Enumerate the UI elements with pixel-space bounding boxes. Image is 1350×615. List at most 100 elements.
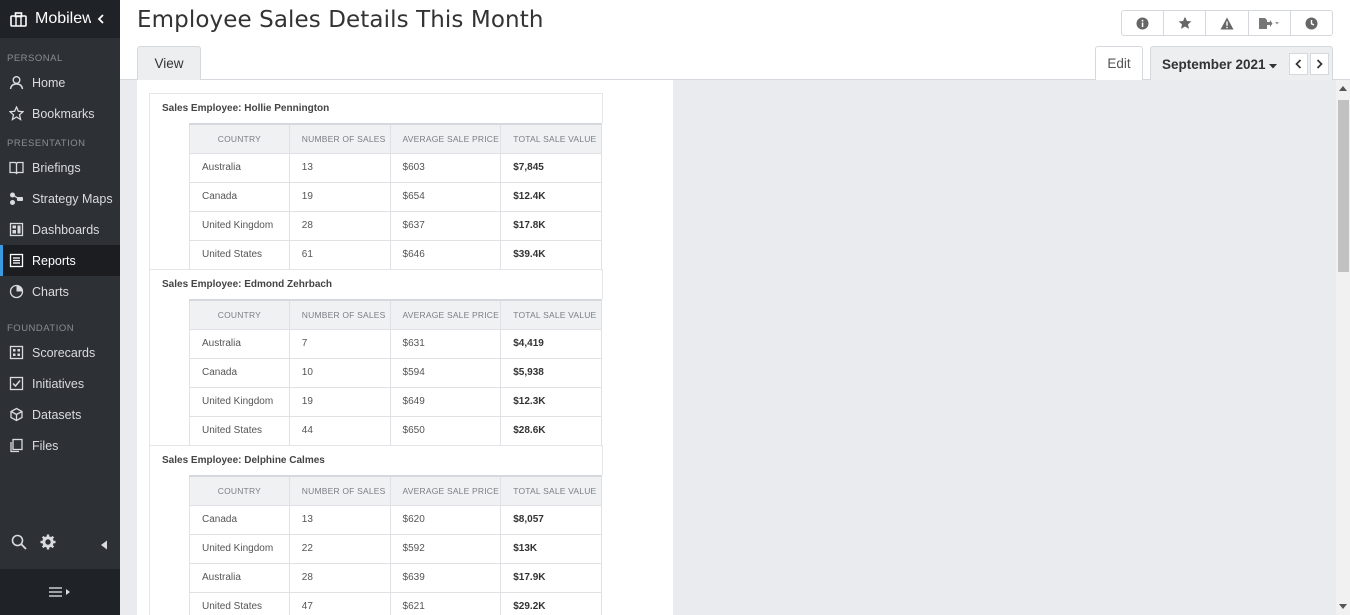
country-cell: United States <box>189 591 290 615</box>
table-row[interactable]: Canada 19 $654 $12.4K <box>189 181 602 212</box>
vertical-scrollbar[interactable] <box>1336 80 1350 615</box>
column-header[interactable]: COUNTRY <box>189 299 290 330</box>
report-content: Sales Employee: Hollie Pennington COUNTRY… <box>120 80 1336 615</box>
sidebar-item-charts[interactable]: Charts <box>0 276 120 307</box>
country-cell: Australia <box>189 328 290 359</box>
country-cell: Canada <box>189 357 290 388</box>
table-row[interactable]: United States 44 $650 $28.6K <box>189 415 602 446</box>
caret-down-icon[interactable] <box>1268 58 1278 76</box>
gear-icon[interactable] <box>40 534 56 555</box>
brand-name[interactable]: Mobilew <box>35 10 91 28</box>
table-row[interactable]: United Kingdom 28 $637 $17.8K <box>189 210 602 241</box>
avg-price-cell: $650 <box>389 415 502 446</box>
sidebar-item-datasets[interactable]: Datasets <box>0 399 120 430</box>
table-row[interactable]: United Kingdom 19 $649 $12.3K <box>189 386 602 417</box>
report-canvas: Sales Employee: Hollie Pennington COUNTRY… <box>137 80 673 615</box>
column-header[interactable]: NUMBER OF SALES <box>288 475 391 506</box>
avg-price-cell: $649 <box>389 386 502 417</box>
sales-count-cell: 28 <box>288 562 391 593</box>
info-icon <box>1136 17 1149 29</box>
export-button[interactable] <box>1249 11 1291 35</box>
sidebar-item-initiatives[interactable]: Initiatives <box>0 368 120 399</box>
info-button[interactable] <box>1122 11 1165 35</box>
column-header[interactable]: TOTAL SALE VALUE <box>500 299 602 330</box>
total-value-cell: $12.4K <box>500 181 602 212</box>
column-header[interactable]: AVERAGE SALE PRICE <box>389 475 502 506</box>
sidebar-item-briefings[interactable]: Briefings <box>0 152 120 183</box>
period-selector: September 2021 <box>1150 46 1333 80</box>
collapse-chevron-icon[interactable] <box>97 12 105 27</box>
scrollbar-thumb[interactable] <box>1338 100 1349 272</box>
sidebar-item-label: Initiatives <box>32 376 85 391</box>
checkbox-icon <box>9 376 24 391</box>
chevron-right-icon <box>1316 59 1323 69</box>
sales-count-cell: 13 <box>288 152 391 183</box>
history-button[interactable] <box>1291 11 1332 35</box>
total-value-cell: $17.9K <box>500 562 602 593</box>
sidebar-item-bookmarks[interactable]: Bookmarks <box>0 98 120 129</box>
sidebar-item-label: Scorecards <box>32 345 96 360</box>
sidebar-menu-toggle[interactable] <box>0 569 120 615</box>
edit-button[interactable]: Edit <box>1095 46 1143 80</box>
alert-button[interactable] <box>1206 11 1249 35</box>
sidebar-item-home[interactable]: Home <box>0 67 120 98</box>
previous-period-button[interactable] <box>1289 53 1308 75</box>
total-value-cell: $5,938 <box>500 357 602 388</box>
column-header[interactable]: NUMBER OF SALES <box>288 123 391 154</box>
sidebar-item-dashboards[interactable]: Dashboards <box>0 214 120 245</box>
total-value-cell: $39.4K <box>500 239 602 270</box>
country-cell: United States <box>189 239 290 270</box>
avg-price-cell: $631 <box>389 328 502 359</box>
column-header[interactable]: COUNTRY <box>189 123 290 154</box>
column-header[interactable]: AVERAGE SALE PRICE <box>389 123 502 154</box>
sidebar-item-label: Dashboards <box>32 222 100 237</box>
table-row[interactable]: Australia 13 $603 $7,845 <box>189 152 602 183</box>
table-row[interactable]: United States 47 $621 $29.2K <box>189 591 602 615</box>
sidebar-item-files[interactable]: Files <box>0 430 120 461</box>
sidebar-item-strategy-maps[interactable]: Strategy Maps <box>0 183 120 214</box>
search-icon[interactable] <box>11 534 27 555</box>
sales-count-cell: 19 <box>288 386 391 417</box>
next-period-button[interactable] <box>1310 53 1329 75</box>
table-row[interactable]: United Kingdom 22 $592 $13K <box>189 533 602 564</box>
sidebar-item-label: Briefings <box>32 160 81 175</box>
scroll-down-arrow-icon[interactable] <box>1339 604 1347 609</box>
employee-section: Sales Employee: Hollie Pennington COUNTRY… <box>149 93 603 270</box>
avg-price-cell: $646 <box>389 239 502 270</box>
sidebar-item-reports[interactable]: Reports <box>0 245 120 276</box>
table-row[interactable]: Australia 7 $631 $4,419 <box>189 328 602 359</box>
column-header[interactable]: TOTAL SALE VALUE <box>500 123 602 154</box>
section-title-presentation: PRESENTATION <box>7 138 86 149</box>
sidebar-item-scorecards[interactable]: Scorecards <box>0 337 120 368</box>
employee-title: Sales Employee: Delphine Calmes <box>149 445 603 475</box>
table-row[interactable]: United States 61 $646 $39.4K <box>189 239 602 270</box>
table-row[interactable]: Australia 28 $639 $17.9K <box>189 562 602 593</box>
column-header[interactable]: AVERAGE SALE PRICE <box>389 299 502 330</box>
table-row[interactable]: Canada 10 $594 $5,938 <box>189 357 602 388</box>
column-header[interactable]: COUNTRY <box>189 475 290 506</box>
scroll-up-arrow-icon[interactable] <box>1339 86 1347 91</box>
table-header-row: COUNTRY NUMBER OF SALES AVERAGE SALE PRICE… <box>189 299 602 330</box>
total-value-cell: $13K <box>500 533 602 564</box>
table-row[interactable]: Canada 13 $620 $8,057 <box>189 504 602 535</box>
menu-icon <box>49 587 70 597</box>
star-icon <box>1178 16 1192 29</box>
strategy-map-icon <box>10 192 23 205</box>
group-indent-rail <box>149 123 189 270</box>
column-header[interactable]: TOTAL SALE VALUE <box>500 475 602 506</box>
employee-title: Sales Employee: Hollie Pennington <box>149 93 603 123</box>
cube-icon <box>10 407 23 422</box>
sidebar-item-label: Charts <box>32 284 69 299</box>
avg-price-cell: $620 <box>389 504 502 535</box>
bookmark-button[interactable] <box>1164 11 1207 35</box>
column-header[interactable]: NUMBER OF SALES <box>288 299 391 330</box>
briefcase-icon <box>10 11 27 27</box>
export-icon <box>1259 17 1280 29</box>
total-value-cell: $28.6K <box>500 415 602 446</box>
clock-icon <box>1305 17 1318 29</box>
sales-count-cell: 44 <box>288 415 391 446</box>
sales-count-cell: 61 <box>288 239 391 270</box>
period-label[interactable]: September 2021 <box>1162 57 1266 72</box>
collapse-sidebar-icon[interactable] <box>100 537 108 555</box>
tab-view[interactable]: View <box>137 46 201 80</box>
